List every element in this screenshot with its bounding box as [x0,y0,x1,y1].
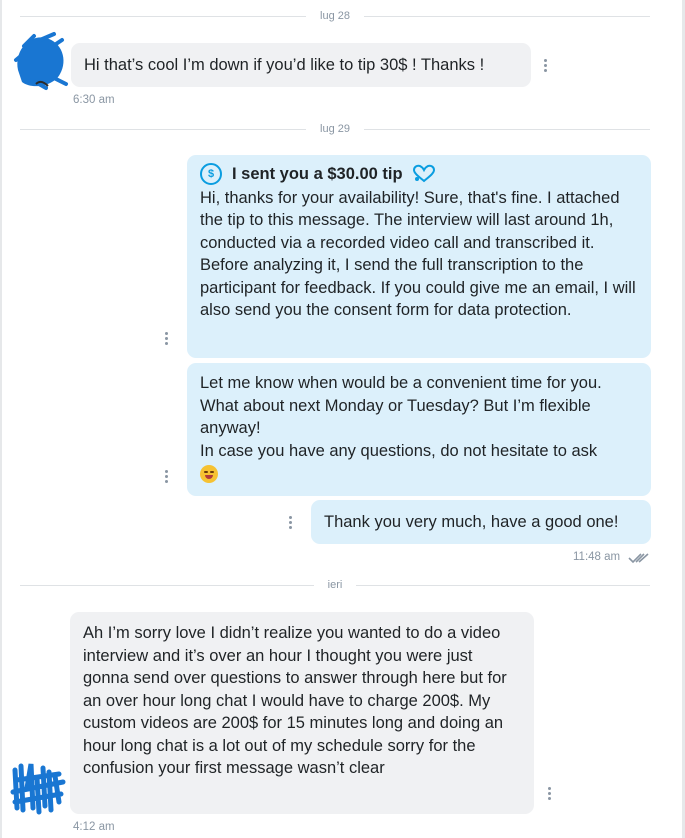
message-text: Hi, thanks for your availability! Sure, … [200,188,641,320]
date-separator-label: ieri [327,579,343,591]
scribbled-avatar-icon [10,763,66,815]
tip-label: I sent you a $30.00 tip [232,165,403,183]
more-options-icon[interactable] [287,516,293,532]
message-bubble-outgoing[interactable]: Let me know when would be a convenient t… [187,363,651,496]
date-separator: lug 29 [20,121,651,137]
more-options-icon[interactable] [163,332,169,348]
message-bubble-outgoing-tip[interactable]: $ I sent you a $30.00 tip Hi, thanks for… [187,155,651,358]
sender-avatar[interactable] [9,758,69,816]
scribbled-avatar-icon [14,32,68,90]
message-text: Ah I’m sorry love I didn’t realize you w… [83,624,512,777]
message-bubble-incoming[interactable]: Hi that’s cool I’m down if you’d like to… [71,43,531,87]
date-separator: ieri [20,577,651,593]
date-separator-label: lug 29 [320,123,350,135]
message-text: Thank you very much, have a good one! [324,513,619,531]
message-bubble-outgoing[interactable]: Thank you very much, have a good one! [311,500,651,544]
message-text: Hi that’s cool I’m down if you’d like to… [84,56,485,74]
message-bubble-incoming[interactable]: Ah I’m sorry love I didn’t realize you w… [70,612,534,814]
heart-icon [412,165,435,183]
sender-avatar[interactable] [10,30,70,92]
more-options-icon[interactable] [546,787,552,803]
message-time: 4:12 am [73,821,115,833]
more-options-icon[interactable] [163,470,169,486]
message-time: 6:30 am [73,94,115,106]
double-check-icon [628,553,649,564]
message-time: 11:48 am [573,551,621,563]
date-separator-label: lug 28 [320,10,350,22]
more-options-icon[interactable] [542,59,548,75]
dollar-coin-icon: $ [200,163,222,186]
left-border [0,0,2,838]
winking-tongue-emoji [200,464,218,483]
date-separator: lug 28 [20,8,651,24]
tip-header: $ I sent you a $30.00 tip [200,163,638,186]
message-text: Let me know when would be a convenient t… [200,374,602,460]
